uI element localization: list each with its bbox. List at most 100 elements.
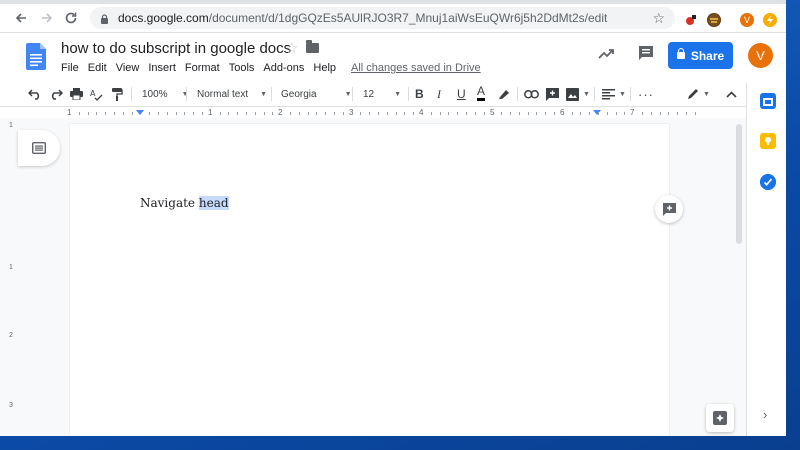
ruler-tick xyxy=(650,112,652,115)
ruler-tick xyxy=(272,112,274,115)
ruler-tick xyxy=(131,112,133,115)
bold-button[interactable]: B xyxy=(415,83,424,105)
more-options-icon[interactable]: ··· xyxy=(638,83,654,105)
star-document-icon[interactable]: ☆ xyxy=(285,39,298,57)
share-button[interactable]: Share xyxy=(668,42,733,69)
menu-tools[interactable]: Tools xyxy=(229,62,255,74)
vertical-ruler[interactable]: 1 1 2 3 xyxy=(9,118,17,436)
divider xyxy=(0,106,786,107)
menu-insert[interactable]: Insert xyxy=(148,62,176,74)
chevron-right-icon[interactable]: › xyxy=(763,407,767,422)
menu-help[interactable]: Help xyxy=(313,62,336,74)
ruler-tick xyxy=(228,112,230,115)
tasks-icon[interactable] xyxy=(760,174,776,190)
profile-initial: V xyxy=(743,15,750,25)
left-indent-marker[interactable] xyxy=(136,110,144,115)
ruler-tick xyxy=(545,112,547,115)
spellcheck-icon[interactable]: A xyxy=(90,83,103,105)
ruler-tick xyxy=(254,112,256,115)
menu-edit[interactable]: Edit xyxy=(88,62,107,74)
menu-addons[interactable]: Add-ons xyxy=(263,62,304,74)
insert-image-icon[interactable]: ▼ xyxy=(566,83,590,105)
vertical-scrollbar[interactable] xyxy=(736,124,742,244)
selected-text[interactable]: head xyxy=(198,196,229,210)
horizontal-ruler[interactable]: 1 1 2 3 4 5 6 7 xyxy=(60,108,696,118)
ruler-tick xyxy=(149,112,151,115)
profile-avatar-small[interactable]: V xyxy=(740,13,754,27)
ruler-tick xyxy=(369,112,371,115)
ruler-tick xyxy=(158,112,159,115)
underline-button[interactable]: U xyxy=(457,83,466,105)
ruler-tick xyxy=(316,112,318,115)
insert-comment-icon[interactable] xyxy=(546,83,559,105)
address-bar[interactable]: docs.google.com/document/d/1dgGQzEs5AUlR… xyxy=(90,7,675,29)
ruler-tick xyxy=(404,112,406,115)
collapse-menu-icon[interactable] xyxy=(726,83,737,105)
save-status[interactable]: All changes saved in Drive xyxy=(351,62,481,74)
document-title[interactable]: how to do subscript in google docs xyxy=(61,40,291,57)
chevron-down-icon: ▼ xyxy=(583,90,590,98)
font-size-select[interactable]: 12 ▼ xyxy=(363,83,401,105)
document-outline-button[interactable] xyxy=(18,130,60,166)
comment-history-icon[interactable] xyxy=(638,45,654,61)
explore-button[interactable] xyxy=(706,404,734,432)
right-indent-marker[interactable] xyxy=(593,110,601,115)
redo-icon[interactable] xyxy=(49,83,63,105)
ruler-tick xyxy=(606,112,608,115)
ruler-tick xyxy=(202,112,203,115)
ruler-label: 3 xyxy=(9,402,13,409)
toolbar-divider xyxy=(594,87,595,101)
paint-format-icon[interactable] xyxy=(111,83,123,105)
toolbar-divider xyxy=(352,87,353,101)
activity-trend-icon[interactable] xyxy=(598,45,616,63)
avatar-initial: V xyxy=(756,48,765,63)
ruler-tick xyxy=(325,112,327,115)
align-left-icon[interactable]: ▼ xyxy=(602,83,626,105)
extension-mail-icon[interactable] xyxy=(684,13,698,27)
zoom-select[interactable]: 100% ▼ xyxy=(142,83,189,105)
menu-file[interactable]: File xyxy=(61,62,79,74)
undo-icon[interactable] xyxy=(28,83,42,105)
document-paragraph[interactable]: Navigate head xyxy=(140,196,229,210)
ruler-tick xyxy=(474,112,476,115)
url-host: docs.google.com xyxy=(118,11,209,25)
link-icon[interactable] xyxy=(524,83,539,105)
add-comment-button[interactable] xyxy=(655,195,683,223)
italic-button[interactable]: I xyxy=(437,83,441,105)
extension-globe-icon[interactable] xyxy=(707,13,721,27)
text-color-button[interactable]: A xyxy=(477,83,486,101)
ruler-tick xyxy=(334,112,335,115)
ruler-tick xyxy=(659,112,661,115)
toolbar-divider xyxy=(271,87,272,101)
ruler-tick xyxy=(554,112,555,115)
ruler-label: 6 xyxy=(560,108,565,117)
back-icon[interactable] xyxy=(8,5,34,31)
print-icon[interactable] xyxy=(70,83,83,105)
menu-view[interactable]: View xyxy=(116,62,140,74)
bookmark-star-icon[interactable]: ☆ xyxy=(652,10,665,27)
avatar[interactable]: V xyxy=(748,43,773,68)
menu-format[interactable]: Format xyxy=(185,62,220,74)
ruler-label: 1 xyxy=(9,122,13,129)
svg-text:A: A xyxy=(90,89,96,98)
ruler-tick xyxy=(263,112,265,115)
share-label: Share xyxy=(690,48,725,63)
forward-icon[interactable] xyxy=(34,5,60,31)
extension-bolt-icon[interactable] xyxy=(763,13,777,27)
editing-mode-icon[interactable]: ▼ xyxy=(687,83,710,105)
move-to-folder-icon[interactable] xyxy=(306,40,319,53)
ruler-tick xyxy=(677,112,679,115)
highlight-color-icon[interactable] xyxy=(497,83,510,105)
reload-icon[interactable] xyxy=(58,5,84,31)
url-path: /document/d/1dgGQzEs5AUlRJO3R7_Mnuj1aiWs… xyxy=(208,11,608,25)
paragraph-style-select[interactable]: Normal text ▼ xyxy=(197,83,267,105)
document-page[interactable]: Navigate head xyxy=(70,124,669,436)
ruler-tick xyxy=(536,112,538,115)
calendar-icon[interactable] xyxy=(760,93,776,109)
font-size-value: 12 xyxy=(363,88,375,100)
keep-icon[interactable] xyxy=(760,133,776,149)
ruler-tick xyxy=(448,112,450,115)
formatting-toolbar: A 100% ▼ Normal text ▼ Georgia ▼ 12 ▼ B … xyxy=(20,83,745,105)
font-select[interactable]: Georgia ▼ xyxy=(281,83,352,105)
docs-logo-icon[interactable] xyxy=(26,43,46,70)
